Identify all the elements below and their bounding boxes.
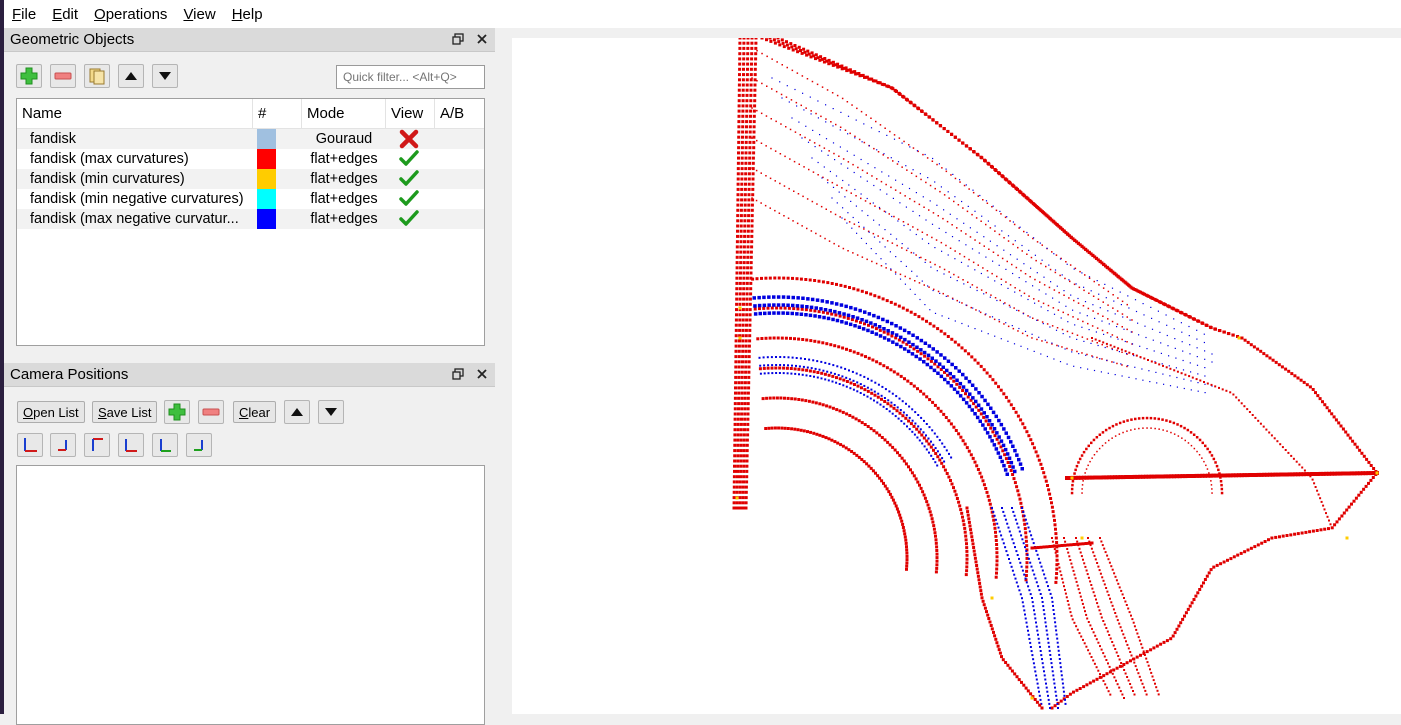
object-name: fandisk	[30, 131, 76, 147]
color-swatch[interactable]	[257, 189, 276, 209]
draw-mode[interactable]: Gouraud	[305, 129, 383, 149]
axis-front-icon	[24, 438, 37, 452]
draw-mode[interactable]: flat+edges	[305, 149, 383, 169]
3d-viewport[interactable]	[512, 38, 1401, 714]
minus-icon	[54, 72, 72, 80]
move-down-button[interactable]	[152, 64, 178, 88]
plus-icon	[20, 67, 38, 85]
checkmark-icon[interactable]	[398, 189, 420, 209]
axis-right-icon	[194, 440, 203, 451]
draw-mode[interactable]: flat+edges	[305, 189, 383, 209]
draw-mode[interactable]: flat+edges	[305, 209, 383, 229]
column-header-view[interactable]: View	[386, 99, 435, 129]
view-front-button[interactable]	[17, 433, 43, 457]
object-name: fandisk (min curvatures)	[30, 171, 185, 187]
minus-icon	[202, 408, 220, 416]
move-up-button[interactable]	[118, 64, 144, 88]
restore-icon[interactable]	[451, 31, 465, 47]
checkmark-icon[interactable]	[398, 149, 420, 169]
column-header-mode[interactable]: Mode	[302, 99, 386, 129]
checkmark-icon[interactable]	[398, 209, 420, 229]
color-swatch[interactable]	[257, 129, 276, 149]
fandisk-mesh-render	[732, 38, 1379, 710]
open-list-button[interactable]: Open List	[17, 401, 85, 423]
column-header-ab[interactable]: A/B	[435, 99, 484, 129]
camera-move-up-button[interactable]	[284, 400, 310, 424]
menu-help[interactable]: Help	[232, 6, 263, 23]
quick-filter-input[interactable]	[336, 65, 485, 89]
view-right-button[interactable]	[186, 433, 212, 457]
restore-icon[interactable]	[451, 366, 465, 382]
color-swatch[interactable]	[257, 209, 276, 229]
camera-positions-titlebar: Camera Positions	[4, 363, 495, 387]
menu-file[interactable]: File	[12, 6, 36, 23]
view-back-button[interactable]	[50, 433, 76, 457]
axis-back-icon	[58, 440, 67, 451]
x-mark-icon[interactable]	[398, 129, 420, 149]
color-swatch[interactable]	[257, 149, 276, 169]
table-header: Name # Mode View A/B	[17, 99, 484, 129]
remove-camera-button[interactable]	[198, 400, 224, 424]
arrow-down-icon	[325, 408, 337, 416]
geometric-objects-titlebar: Geometric Objects	[4, 28, 495, 52]
object-name: fandisk (max curvatures)	[30, 151, 189, 167]
window-edge	[0, 0, 4, 714]
menu-bar: File Edit Operations View Help	[4, 0, 1401, 28]
remove-object-button[interactable]	[50, 64, 76, 88]
column-header-count[interactable]: #	[253, 99, 302, 129]
arrow-up-icon	[125, 72, 137, 80]
axis-bottom-icon	[125, 439, 137, 452]
view-bottom-button[interactable]	[118, 433, 144, 457]
view-top-button[interactable]	[84, 433, 110, 457]
add-camera-button[interactable]	[164, 400, 190, 424]
column-header-name[interactable]: Name	[17, 99, 253, 129]
view-left-button[interactable]	[152, 433, 178, 457]
arrow-down-icon	[159, 72, 171, 80]
clear-button[interactable]: Clear	[233, 401, 277, 423]
geometric-objects-table: Name # Mode View A/B fandisk Gouraud fandi…	[16, 98, 485, 346]
draw-mode[interactable]: flat+edges	[305, 169, 383, 189]
table-row[interactable]: fandisk (min curvatures) flat+edges	[17, 169, 484, 189]
dock-splitter[interactable]	[495, 28, 512, 714]
color-swatch[interactable]	[257, 169, 276, 189]
duplicate-object-button[interactable]	[84, 64, 110, 88]
table-row[interactable]: fandisk Gouraud	[17, 129, 484, 149]
object-name: fandisk (max negative curvatur...	[30, 211, 239, 227]
camera-move-down-button[interactable]	[318, 400, 344, 424]
duplicate-icon	[89, 68, 105, 85]
table-row[interactable]: fandisk (max negative curvatur... flat+ed…	[17, 209, 484, 229]
axis-left-icon	[160, 439, 171, 452]
table-row[interactable]: fandisk (max curvatures) flat+edges	[17, 149, 484, 169]
table-row[interactable]: fandisk (min negative curvatures) flat+ed…	[17, 189, 484, 209]
axis-top-icon	[92, 438, 103, 451]
checkmark-icon[interactable]	[398, 169, 420, 189]
close-icon[interactable]	[475, 31, 489, 47]
menu-operations[interactable]: Operations	[94, 6, 167, 23]
plus-icon	[168, 403, 186, 421]
close-icon[interactable]	[475, 366, 489, 382]
menu-edit[interactable]: Edit	[52, 6, 78, 23]
panel-title: Geometric Objects	[10, 31, 135, 48]
save-list-button[interactable]: Save List	[92, 401, 158, 423]
arrow-up-icon	[291, 408, 303, 416]
menu-view[interactable]: View	[183, 6, 215, 23]
camera-positions-list[interactable]	[16, 465, 485, 725]
object-name: fandisk (min negative curvatures)	[30, 191, 244, 207]
add-object-button[interactable]	[16, 64, 42, 88]
panel-title: Camera Positions	[10, 366, 129, 383]
